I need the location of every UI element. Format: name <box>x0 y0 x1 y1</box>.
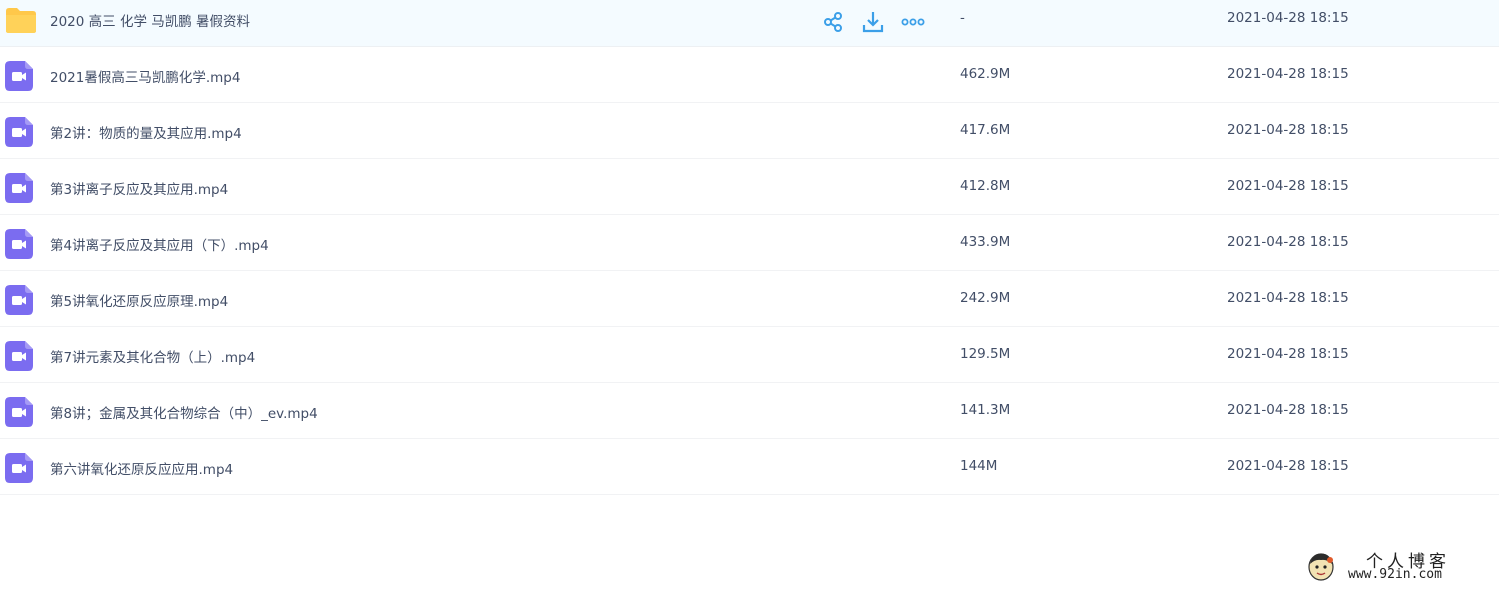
file-size: 433.9M <box>960 234 1011 250</box>
file-row[interactable]: 第六讲氧化还原反应应用.mp4 144M 2021-04-28 18:15 <box>0 439 1499 495</box>
video-file-icon <box>5 117 33 151</box>
file-row[interactable]: 2021暑假高三马凯鹏化学.mp4 462.9M 2021-04-28 18:1… <box>0 47 1499 103</box>
video-file-icon <box>5 229 33 263</box>
file-name[interactable]: 第2讲：物质的量及其应用.mp4 <box>50 122 242 142</box>
file-size: 242.9M <box>960 290 1011 306</box>
video-file-icon <box>5 341 33 375</box>
file-modified-time: 2021-04-28 18:15 <box>1227 178 1349 194</box>
file-modified-time: 2021-04-28 18:15 <box>1227 458 1349 474</box>
file-name[interactable]: 2020 高三 化学 马凯鹏 暑假资料 <box>50 10 250 30</box>
file-row-folder[interactable]: 2020 高三 化学 马凯鹏 暑假资料 - 2021-04-28 18:15 <box>0 0 1499 47</box>
file-name[interactable]: 2021暑假高三马凯鹏化学.mp4 <box>50 66 240 86</box>
video-file-icon <box>5 61 33 95</box>
file-row[interactable]: 第7讲元素及其化合物（上）.mp4 129.5M 2021-04-28 18:1… <box>0 327 1499 383</box>
file-modified-time: 2021-04-28 18:15 <box>1227 10 1349 26</box>
file-row[interactable]: 第8讲；金属及其化合物综合（中）_ev.mp4 141.3M 2021-04-2… <box>0 383 1499 439</box>
download-icon[interactable] <box>861 10 885 34</box>
file-name[interactable]: 第7讲元素及其化合物（上）.mp4 <box>50 346 255 366</box>
file-modified-time: 2021-04-28 18:15 <box>1227 66 1349 82</box>
folder-icon <box>5 7 37 38</box>
file-name[interactable]: 第六讲氧化还原反应应用.mp4 <box>50 458 233 478</box>
file-size: 417.6M <box>960 122 1011 138</box>
file-size: 129.5M <box>960 346 1011 362</box>
file-row[interactable]: 第5讲氧化还原反应原理.mp4 242.9M 2021-04-28 18:15 <box>0 271 1499 327</box>
file-modified-time: 2021-04-28 18:15 <box>1227 122 1349 138</box>
file-name[interactable]: 第4讲离子反应及其应用（下）.mp4 <box>50 234 269 254</box>
file-row[interactable]: 第2讲：物质的量及其应用.mp4 417.6M 2021-04-28 18:15 <box>0 103 1499 159</box>
file-modified-time: 2021-04-28 18:15 <box>1227 402 1349 418</box>
file-row[interactable]: 第3讲离子反应及其应用.mp4 412.8M 2021-04-28 18:15 <box>0 159 1499 215</box>
file-name[interactable]: 第3讲离子反应及其应用.mp4 <box>50 178 228 198</box>
file-modified-time: 2021-04-28 18:15 <box>1227 290 1349 306</box>
share-icon[interactable] <box>822 10 846 34</box>
video-file-icon <box>5 397 33 431</box>
file-list: 2020 高三 化学 马凯鹏 暑假资料 - 2021-04-28 18:15 2… <box>0 0 1499 495</box>
file-name[interactable]: 第8讲；金属及其化合物综合（中）_ev.mp4 <box>50 402 318 422</box>
file-size: 144M <box>960 458 998 474</box>
file-size: 412.8M <box>960 178 1011 194</box>
file-row[interactable]: 第4讲离子反应及其应用（下）.mp4 433.9M 2021-04-28 18:… <box>0 215 1499 271</box>
video-file-icon <box>5 285 33 319</box>
watermark-avatar-icon <box>1307 551 1335 581</box>
watermark-url: www.92in.com <box>1348 567 1442 582</box>
file-size: 141.3M <box>960 402 1011 418</box>
file-modified-time: 2021-04-28 18:15 <box>1227 346 1349 362</box>
file-modified-time: 2021-04-28 18:15 <box>1227 234 1349 250</box>
video-file-icon <box>5 173 33 207</box>
file-size: - <box>960 10 965 26</box>
file-name[interactable]: 第5讲氧化还原反应原理.mp4 <box>50 290 228 310</box>
video-file-icon <box>5 453 33 487</box>
file-size: 462.9M <box>960 66 1011 82</box>
blog-watermark: 个人博客 www.92in.com <box>1300 546 1490 586</box>
more-icon[interactable] <box>901 10 925 34</box>
